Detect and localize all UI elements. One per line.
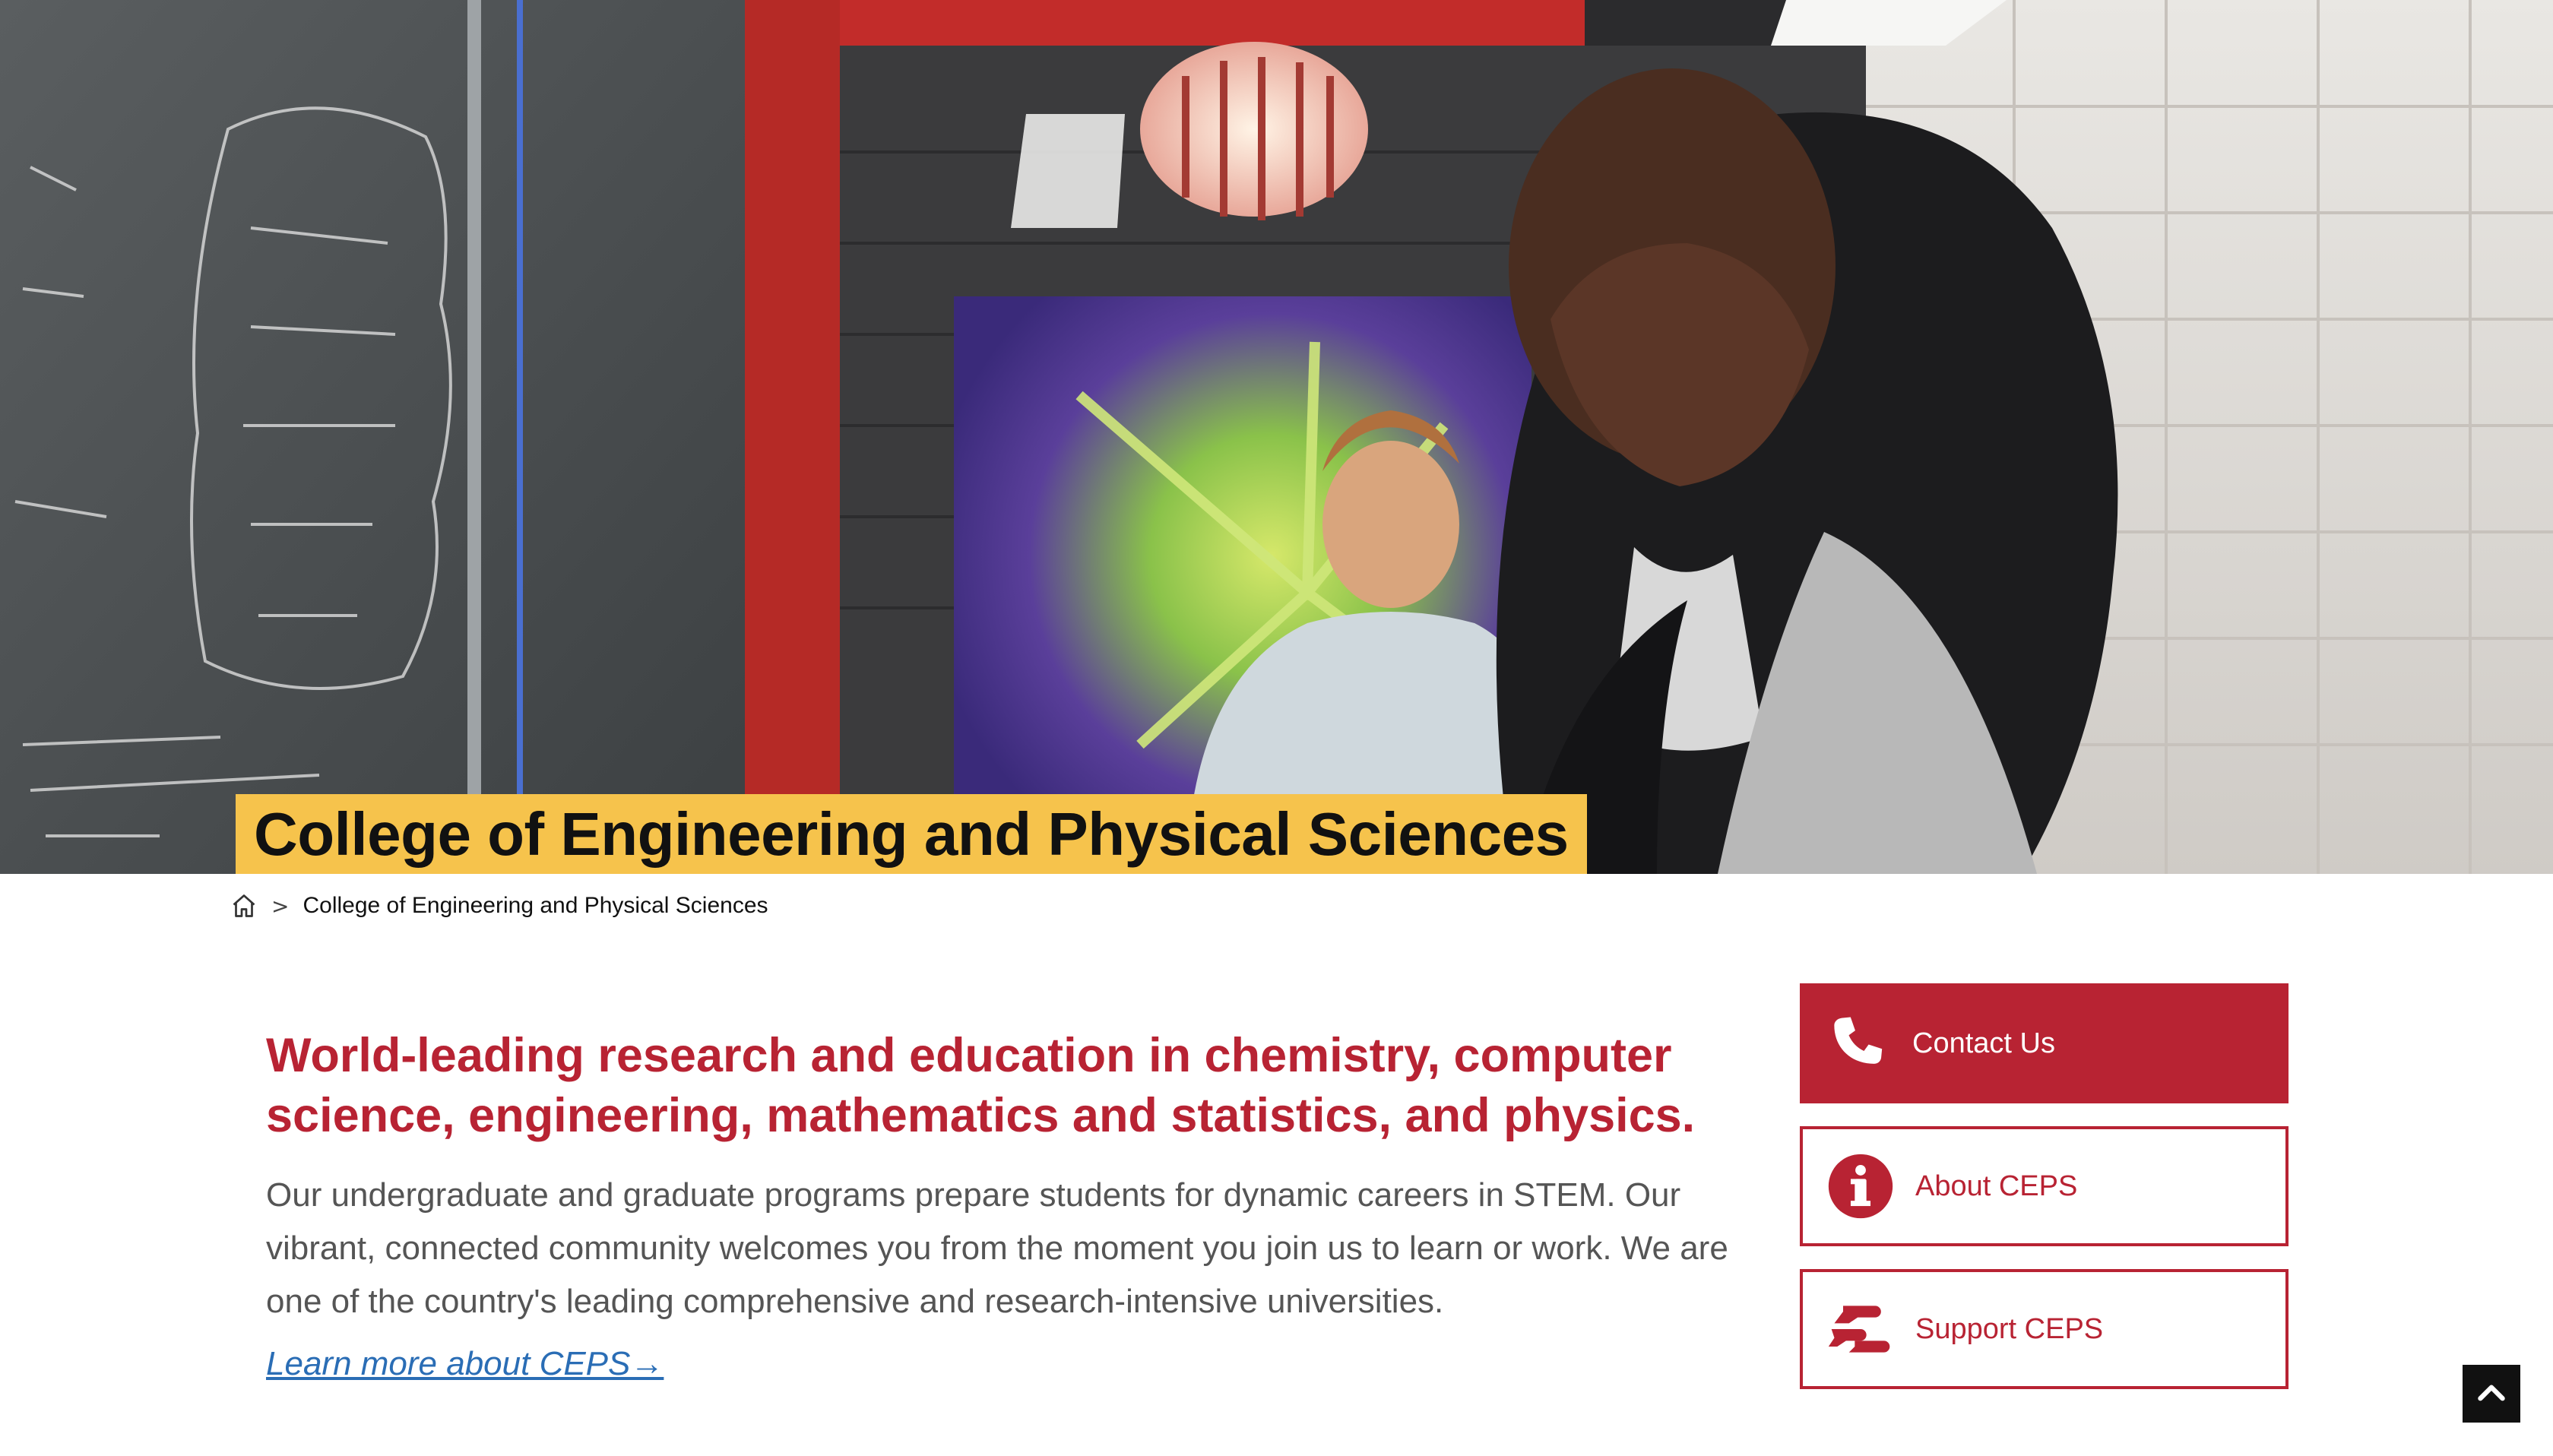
learn-more-link[interactable]: Learn more about CEPS→ [266,1345,664,1383]
page-title: College of Engineering and Physical Scie… [236,794,1587,874]
breadcrumb-current: College of Engineering and Physical Scie… [302,893,768,918]
support-ceps-label: Support CEPS [1915,1312,2104,1345]
intro-headline: World-leading research and education in … [266,1029,1696,1142]
contact-us-button[interactable]: Contact Us [1800,983,2289,1103]
info-icon [1828,1154,1893,1219]
about-ceps-label: About CEPS [1915,1170,2078,1202]
helping-hands-icon [1828,1306,1890,1353]
back-to-top-button[interactable] [2463,1365,2520,1423]
hero-photo [0,0,2553,874]
support-ceps-button[interactable]: Support CEPS [1800,1269,2289,1389]
chevron-up-icon [2478,1385,2505,1401]
intro-section: World-leading research and education in … [266,1026,1771,1383]
intro-body: Our undergraduate and graduate programs … [266,1176,1728,1320]
home-icon[interactable] [230,892,258,919]
contact-us-label: Contact Us [1912,1027,2055,1059]
breadcrumb-separator: > [271,893,290,919]
phone-icon [1834,1017,1883,1064]
hero-banner: College of Engineering and Physical Scie… [0,0,2553,874]
breadcrumb: > College of Engineering and Physical Sc… [230,889,768,923]
about-ceps-button[interactable]: About CEPS [1800,1126,2289,1246]
